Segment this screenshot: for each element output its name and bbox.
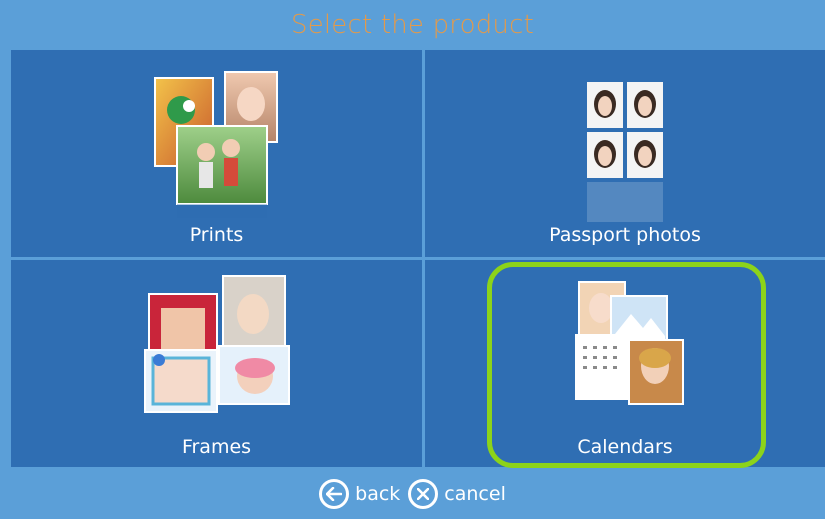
back-label: back xyxy=(355,482,401,505)
calendars-thumbnail xyxy=(575,281,684,405)
prints-thumbnail xyxy=(154,71,278,218)
frames-thumbnail xyxy=(144,275,290,413)
cancel-button[interactable]: cancel xyxy=(408,478,506,509)
tile-calendars-label: Calendars xyxy=(577,436,673,458)
back-button[interactable]: back xyxy=(319,478,401,509)
tile-passport-photos[interactable]: Passport photos xyxy=(425,50,825,257)
back-arrow-icon xyxy=(319,478,350,509)
tile-calendars[interactable]: Calendars xyxy=(425,260,825,467)
cancel-x-icon xyxy=(408,478,439,509)
tile-passport-photos-label: Passport photos xyxy=(549,224,701,246)
product-grid: Prints Passport photos Frames Calendars xyxy=(11,50,825,467)
tile-prints-label: Prints xyxy=(189,224,244,246)
footer-bar: back cancel xyxy=(0,468,825,519)
cancel-label: cancel xyxy=(444,482,506,505)
tile-prints[interactable]: Prints xyxy=(11,50,422,257)
page-title: Select the product xyxy=(290,9,534,40)
passport-photos-thumbnail xyxy=(587,82,663,222)
tile-frames[interactable]: Frames xyxy=(11,260,422,467)
header-bar: Select the product xyxy=(0,0,825,49)
tile-frames-label: Frames xyxy=(181,436,252,458)
